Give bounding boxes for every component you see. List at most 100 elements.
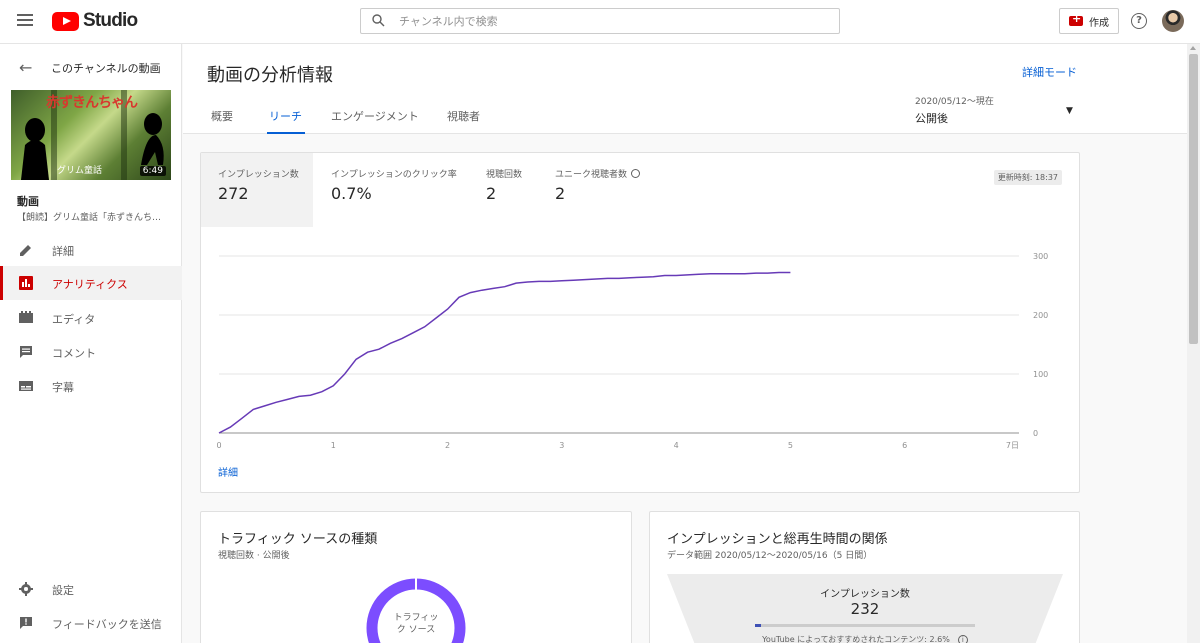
y-tick-label: 0	[1033, 429, 1038, 438]
sidebar-item-subtitles[interactable]: 字幕	[0, 369, 182, 403]
card-title: トラフィック ソースの種類	[218, 532, 378, 547]
x-tick-label: 1	[331, 441, 336, 450]
info-icon[interactable]: i	[957, 635, 968, 643]
x-tick-label: 3	[559, 441, 564, 450]
metric-label: インプレッション数	[218, 170, 299, 180]
video-title: 【朗読】グリム童話「赤ずきんちゃん」	[17, 213, 169, 223]
funnel-value: 232	[850, 600, 880, 618]
funnel-note: YouTube によっておすすめされたコンテンツ: 2.6% i	[667, 634, 1063, 643]
back-arrow-icon: ←	[19, 58, 33, 77]
tab-audience[interactable]: 視聴者	[447, 108, 480, 124]
youtube-play-icon	[52, 11, 79, 31]
analytics-header: 動画の分析情報 詳細モード 概要 リーチ エンゲージメント 視聴者 2020/0…	[183, 44, 1187, 134]
sidebar-item-feedback[interactable]: フィードバックを送信	[0, 606, 182, 640]
sidebar-item-details[interactable]: 詳細	[0, 233, 182, 267]
back-to-channel-videos[interactable]: ← このチャンネルの動画	[0, 56, 182, 78]
card-subtitle: データ範囲 2020/05/12〜2020/05/16（5 日間）	[667, 551, 873, 561]
create-button[interactable]: 作成	[1059, 8, 1119, 34]
search-box[interactable]	[360, 8, 840, 34]
impressions-line	[218, 271, 791, 434]
top-bar: Studio 作成 ?	[0, 0, 1200, 44]
comment-icon	[20, 346, 32, 358]
metric-label: インプレッションのクリック率	[331, 170, 457, 180]
tab-reach[interactable]: リーチ	[269, 108, 302, 124]
video-camera-icon	[1069, 12, 1083, 26]
x-tick-label: 0	[216, 441, 221, 450]
sidebar-item-editor[interactable]: エディタ	[0, 301, 182, 335]
y-tick-label: 300	[1033, 252, 1048, 261]
metric-value: 0.7%	[331, 184, 372, 203]
funnel-note-text: YouTube によっておすすめされたコンテンツ: 2.6%	[762, 635, 950, 643]
sidebar-item-label: コメント	[52, 347, 96, 360]
thumbnail-subtitle: グリム童話	[57, 166, 103, 176]
updated-time-badge: 更新時刻: 18:37	[993, 170, 1062, 185]
sidebar-item-label: アナリティクス	[52, 278, 128, 291]
y-tick-label: 200	[1033, 311, 1048, 320]
x-tick-label: 6	[902, 441, 907, 450]
feedback-icon	[20, 617, 32, 629]
thumbnail-title: 赤ずきんちゃん	[46, 95, 138, 111]
sidebar-item-label: 設定	[52, 584, 74, 597]
x-tick-label: 5	[788, 441, 793, 450]
video-duration: 6:49	[139, 166, 166, 176]
video-heading: 動画	[17, 195, 39, 208]
funnel-label: インプレッション数	[820, 589, 910, 600]
metric-unique-viewers[interactable]: ユニーク視聴者数 2	[538, 153, 658, 227]
recommendation-progress-bar	[755, 624, 975, 627]
menu-icon[interactable]	[17, 14, 33, 26]
metric-label: 視聴回数	[486, 170, 523, 180]
x-tick-label: 7日	[1006, 441, 1019, 450]
tab-overview[interactable]: 概要	[211, 108, 233, 124]
sidebar-item-settings[interactable]: 設定	[0, 572, 182, 606]
sidebar-item-label: 字幕	[52, 381, 74, 394]
impressions-funnel: インプレッション数 232 YouTube によっておすすめされたコンテンツ: …	[667, 574, 1063, 643]
logo-text: Studio	[83, 10, 138, 31]
back-label: このチャンネルの動画	[51, 62, 161, 75]
clock-icon	[631, 169, 641, 178]
scrollbar-thumb[interactable]	[1189, 54, 1198, 344]
metric-impressions[interactable]: インプレッション数 272	[201, 153, 313, 227]
pencil-icon	[20, 245, 31, 256]
sidebar-item-label: フィードバックを送信	[52, 618, 162, 631]
sidebar: ← このチャンネルの動画 赤ずきんちゃん グリム童話 6:49 動画 【朗読】グ…	[0, 44, 182, 643]
metric-value: 272	[218, 184, 249, 203]
impressions-funnel-card: インプレッションと総再生時間の関係 データ範囲 2020/05/12〜2020/…	[649, 511, 1080, 643]
analytics-icon	[19, 276, 33, 290]
date-range-select[interactable]: 公開後	[915, 110, 948, 126]
advanced-mode-link[interactable]: 詳細モード	[1022, 64, 1077, 80]
sidebar-item-analytics[interactable]: アナリティクス	[0, 266, 182, 300]
film-icon	[19, 311, 33, 323]
x-tick-label: 2	[445, 441, 450, 450]
metric-label: ユニーク視聴者数	[555, 167, 641, 180]
metric-views[interactable]: 視聴回数 2	[469, 153, 539, 227]
active-tab-indicator	[267, 132, 305, 134]
metric-label-text: ユニーク視聴者数	[555, 170, 628, 180]
reach-card: インプレッション数 272 インプレッションのクリック率 0.7% 視聴回数 2…	[200, 152, 1080, 493]
impressions-line-chart: 0 100 200 300 0 1 2 3 4 5 6 7日	[216, 252, 1048, 450]
sidebar-item-comments[interactable]: コメント	[0, 335, 182, 369]
scroll-up-arrow-icon[interactable]	[1190, 46, 1196, 50]
subtitles-icon	[19, 381, 33, 391]
traffic-source-card: トラフィック ソースの種類 視聴回数 · 公開後 トラフィック ソース	[200, 511, 632, 643]
metric-ctr[interactable]: インプレッションのクリック率 0.7%	[314, 153, 464, 227]
dropdown-arrow-icon[interactable]: ▼	[1066, 106, 1073, 116]
sidebar-item-label: 詳細	[52, 245, 74, 258]
page-title: 動画の分析情報	[207, 65, 333, 86]
y-tick-label: 100	[1033, 370, 1048, 379]
x-tick-label: 4	[674, 441, 679, 450]
sidebar-item-label: エディタ	[52, 313, 96, 326]
search-input[interactable]	[399, 12, 819, 30]
help-icon[interactable]: ?	[1131, 13, 1147, 29]
create-label: 作成	[1089, 17, 1109, 29]
avatar[interactable]	[1162, 10, 1184, 32]
metric-value: 2	[555, 184, 566, 203]
card-title: インプレッションと総再生時間の関係	[667, 532, 888, 547]
tab-engagement[interactable]: エンゲージメント	[331, 108, 419, 124]
scrollbar[interactable]	[1187, 44, 1200, 643]
search-icon	[372, 14, 385, 27]
details-link[interactable]: 詳細	[218, 464, 238, 479]
metric-value: 2	[486, 184, 497, 203]
date-range: 2020/05/12〜現在	[915, 97, 994, 107]
video-thumbnail[interactable]: 赤ずきんちゃん グリム童話 6:49	[11, 90, 171, 180]
studio-logo[interactable]: Studio	[52, 10, 138, 31]
